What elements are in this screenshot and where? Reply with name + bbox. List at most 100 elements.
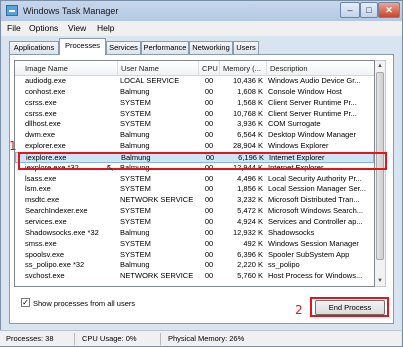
annotation-step-1: 1 xyxy=(9,139,17,153)
cell-image-name: SearchIndexer.exe xyxy=(25,206,88,216)
mouse-cursor-icon: ↖ xyxy=(106,163,115,174)
cell-user-name: SYSTEM xyxy=(120,206,151,216)
title-bar[interactable]: Windows Task Manager – □ ✕ xyxy=(1,1,402,21)
cell-cpu: 00 xyxy=(204,195,214,205)
close-button[interactable]: ✕ xyxy=(378,2,400,18)
cell-description: Microsoft Windows Search... xyxy=(268,206,364,216)
cell-user-name: SYSTEM xyxy=(120,249,151,259)
cell-user-name: Balmung xyxy=(120,141,150,151)
column-cpu[interactable]: CPU xyxy=(198,61,218,76)
cell-cpu: 00 xyxy=(204,260,214,270)
status-bar: Processes: 38 CPU Usage: 0% Physical Mem… xyxy=(0,330,401,346)
show-all-checkbox[interactable]: ✓ xyxy=(21,298,30,307)
window-title: Windows Task Manager xyxy=(23,6,119,16)
status-cpu: CPU Usage: 0% xyxy=(82,334,137,343)
table-row[interactable]: services.exe SYSTEM 00 4,924 K Services and … xyxy=(15,217,374,228)
tab-users[interactable]: Users xyxy=(233,41,259,54)
cell-memory: 3,936 K xyxy=(237,119,263,129)
table-row[interactable]: smss.exe SYSTEM 00 492 K Windows Session Man… xyxy=(15,239,374,250)
cell-memory: 492 K xyxy=(243,238,263,248)
menu-bar: File Options View Help xyxy=(1,21,402,36)
table-row[interactable]: csrss.exe SYSTEM 00 1,568 K Client Server Ru… xyxy=(15,98,374,109)
cell-cpu: 00 xyxy=(204,216,214,226)
maximize-button[interactable]: □ xyxy=(360,2,378,18)
end-process-button[interactable]: End Process xyxy=(315,300,385,315)
column-user-name[interactable]: User Name xyxy=(117,61,159,76)
cell-description: Microsoft Distributed Tran... xyxy=(268,195,360,205)
cell-cpu: 00 xyxy=(204,238,214,248)
table-row[interactable]: ss_polipo.exe *32 Balmung 00 2,220 K ss_poli… xyxy=(15,260,374,271)
tab-strip: Applications Processes Services Performa… xyxy=(9,38,394,55)
menu-options[interactable]: Options xyxy=(29,23,58,33)
cell-cpu: 00 xyxy=(204,206,214,216)
cell-user-name: NETWORK SERVICE xyxy=(120,195,194,205)
menu-file[interactable]: File xyxy=(7,23,21,33)
scroll-up-arrow-icon[interactable]: ▲ xyxy=(377,63,383,69)
cell-description: COM Surrogate xyxy=(268,119,321,129)
cell-user-name: SYSTEM xyxy=(120,216,151,226)
menu-view[interactable]: View xyxy=(68,23,86,33)
cell-image-name: dwm.exe xyxy=(25,130,56,140)
cell-description: Console Window Host xyxy=(268,86,342,96)
table-row[interactable]: dllhost.exe SYSTEM 00 3,936 K COM Surrogate xyxy=(15,119,374,130)
cell-memory: 28,904 K xyxy=(232,141,263,151)
annotation-step-2: 2 xyxy=(295,303,303,317)
vertical-scrollbar[interactable]: ▲ ▼ xyxy=(375,60,386,287)
column-image-name[interactable]: Image Name xyxy=(25,64,68,73)
cell-cpu: 00 xyxy=(204,130,214,140)
cell-image-name: lsass.exe xyxy=(25,173,57,183)
cell-description: Client Server Runtime Pr... xyxy=(268,108,357,118)
highlight-selected-row xyxy=(18,152,387,170)
cell-memory: 1,608 K xyxy=(237,86,263,96)
scroll-down-arrow-icon[interactable]: ▼ xyxy=(377,278,383,284)
cell-image-name: csrss.exe xyxy=(25,97,57,107)
table-row[interactable]: Shadowsocks.exe *32 Balmung 00 12,932 K Shad… xyxy=(15,228,374,239)
tab-applications[interactable]: Applications xyxy=(9,41,59,54)
task-manager-icon xyxy=(6,5,18,16)
cell-memory: 12,932 K xyxy=(232,227,263,237)
table-row[interactable]: lsass.exe SYSTEM 00 4,496 K Local Security A… xyxy=(15,174,374,185)
cell-cpu: 00 xyxy=(204,173,214,183)
table-row[interactable]: audiodg.exe LOCAL SERVICE 00 10,436 K Window… xyxy=(15,76,374,87)
cell-image-name: dllhost.exe xyxy=(25,119,61,129)
cell-cpu: 00 xyxy=(204,76,214,85)
cell-description: ss_polipo xyxy=(268,260,300,270)
cell-memory: 3,232 K xyxy=(237,195,263,205)
process-list[interactable]: Image Name User Name CPU Memory (... Des… xyxy=(14,60,375,287)
table-row[interactable]: SearchIndexer.exe SYSTEM 00 5,472 K Microsof… xyxy=(15,206,374,217)
table-row[interactable]: msdtc.exe NETWORK SERVICE 00 3,232 K Microso… xyxy=(15,195,374,206)
table-row[interactable]: csrss.exe SYSTEM 00 10,768 K Client Server R… xyxy=(15,109,374,120)
cell-cpu: 00 xyxy=(204,271,214,281)
show-all-processes[interactable]: ✓ Show processes from all users xyxy=(21,298,191,310)
cell-cpu: 00 xyxy=(204,119,214,129)
menu-help[interactable]: Help xyxy=(97,23,114,33)
cell-cpu: 00 xyxy=(204,184,214,194)
table-row[interactable]: conhost.exe Balmung 00 1,608 K Console Windo… xyxy=(15,87,374,98)
tab-services[interactable]: Services xyxy=(106,41,141,54)
table-row[interactable]: lsm.exe SYSTEM 00 1,856 K Local Session Mana… xyxy=(15,184,374,195)
table-row[interactable]: dwm.exe Balmung 00 6,564 K Desktop Window Ma… xyxy=(15,130,374,141)
cell-user-name: NETWORK SERVICE xyxy=(120,271,194,281)
cell-memory: 4,496 K xyxy=(237,173,263,183)
cell-memory: 6,564 K xyxy=(237,130,263,140)
column-memory[interactable]: Memory (... xyxy=(219,61,261,76)
column-description[interactable]: Description xyxy=(266,61,308,76)
cell-memory: 5,472 K xyxy=(237,206,263,216)
table-row[interactable]: svchost.exe NETWORK SERVICE 00 5,760 K Host … xyxy=(15,271,374,282)
tab-processes[interactable]: Processes xyxy=(59,38,106,55)
cell-image-name: Shadowsocks.exe *32 xyxy=(25,227,99,237)
table-row[interactable]: explorer.exe Balmung 00 28,904 K Windows Exp… xyxy=(15,141,374,152)
cell-cpu: 00 xyxy=(204,227,214,237)
cell-memory: 10,768 K xyxy=(232,108,263,118)
process-list-header: Image Name User Name CPU Memory (... Des… xyxy=(15,61,374,76)
cell-description: Local Security Authority Pr... xyxy=(268,173,362,183)
cell-cpu: 00 xyxy=(204,86,214,96)
tab-performance[interactable]: Performance xyxy=(141,41,189,54)
cell-cpu: 00 xyxy=(204,97,214,107)
cell-image-name: svchost.exe xyxy=(25,271,65,281)
cell-memory: 2,220 K xyxy=(237,260,263,270)
minimize-button[interactable]: – xyxy=(340,2,360,18)
tab-networking[interactable]: Networking xyxy=(189,41,233,54)
table-row[interactable]: spoolsv.exe SYSTEM 00 6,396 K Spooler SubSys… xyxy=(15,250,374,261)
cell-image-name: lsm.exe xyxy=(25,184,51,194)
